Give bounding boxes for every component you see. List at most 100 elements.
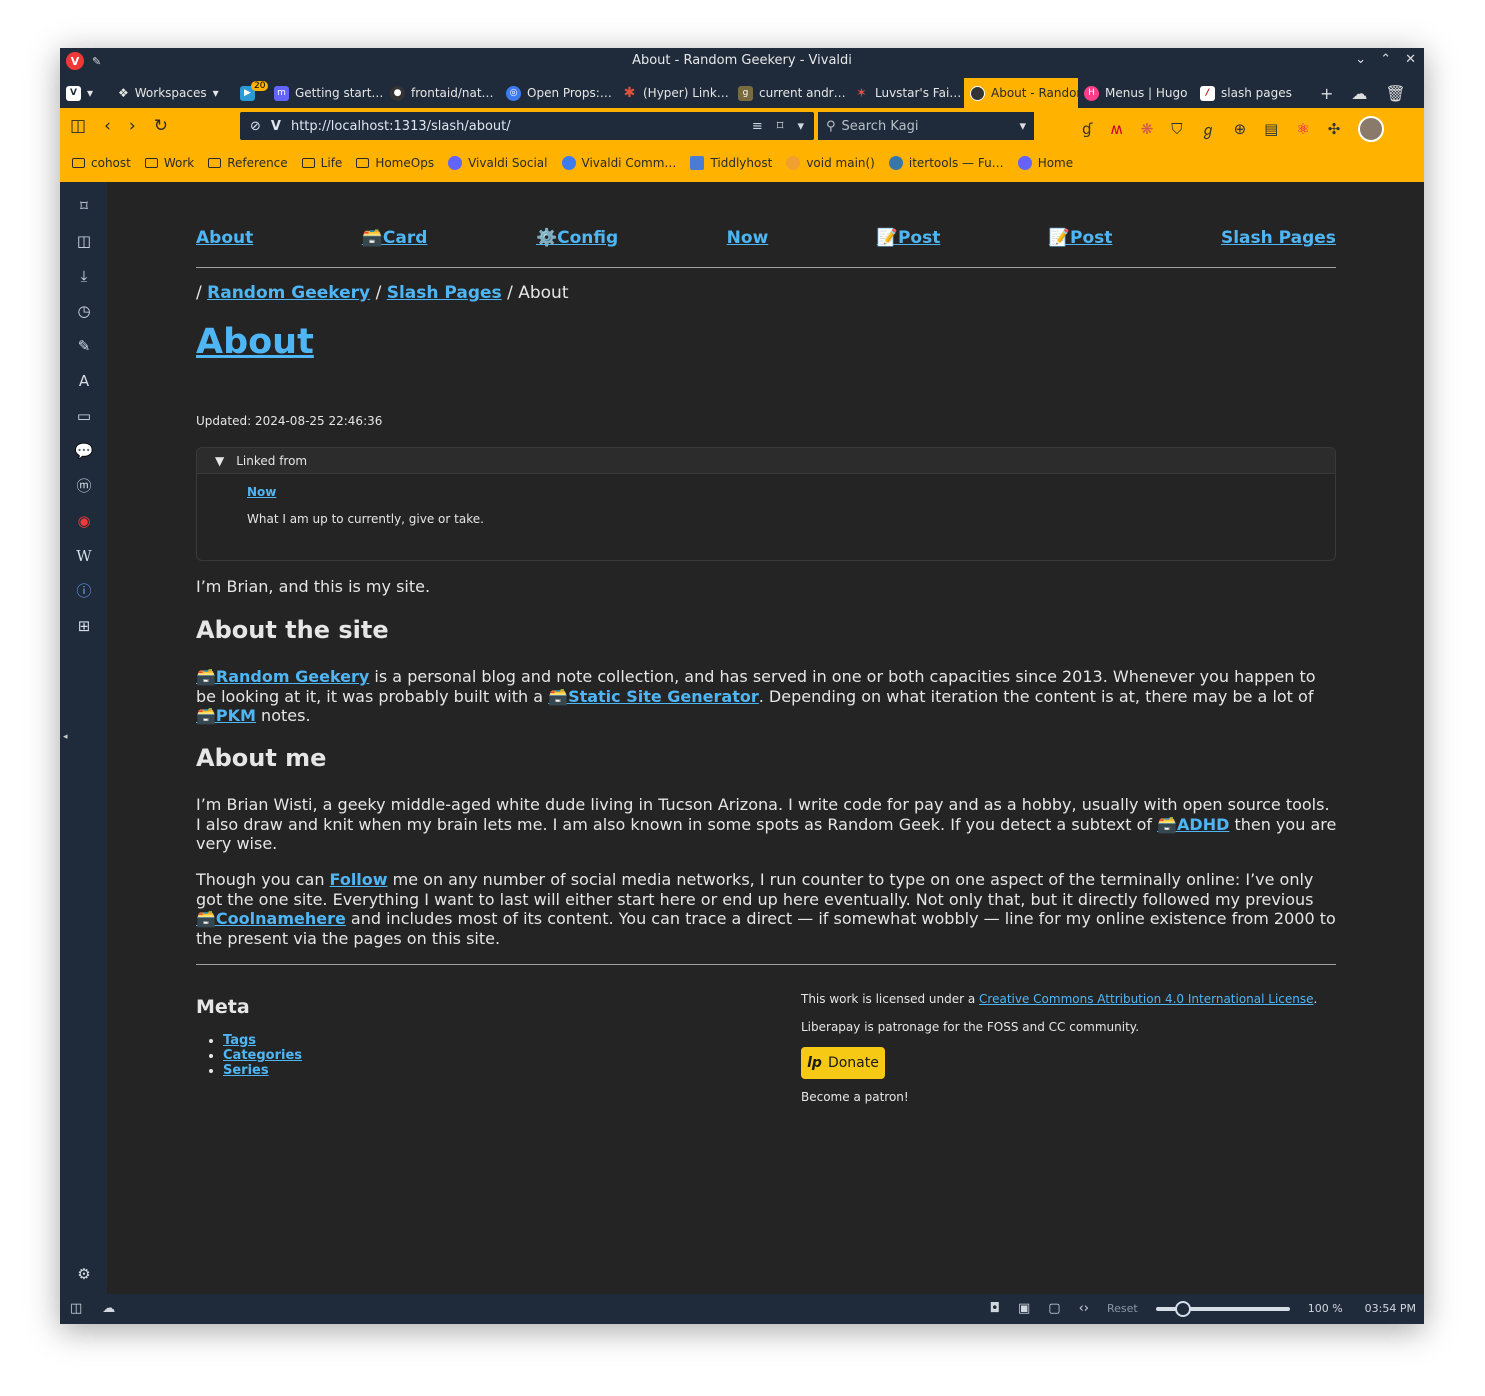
bookmark-tiddlyhost[interactable]: Tiddlyhost (690, 156, 772, 170)
link-follow[interactable]: Follow (330, 870, 388, 889)
collapse-handle-icon[interactable]: ◂ (63, 732, 68, 742)
bookmark-void-main[interactable]: void main() (786, 156, 875, 170)
tab-menus-hugo[interactable]: H Menus | Hugo (1078, 78, 1194, 108)
nav-post-2[interactable]: 📝Post (1049, 228, 1113, 248)
vivaldi-panel-icon[interactable]: ◉ (74, 511, 94, 531)
link-adhd[interactable]: 🗃️ADHD (1157, 815, 1229, 834)
nav-about[interactable]: About (196, 228, 253, 248)
meta-link-categories[interactable]: Categories (223, 1048, 302, 1063)
close-icon[interactable]: ✕ (1405, 52, 1416, 67)
camera-icon[interactable]: ◘ (990, 1301, 1000, 1316)
privacy-extension-icon[interactable]: ⊕ (1234, 120, 1247, 138)
tab-about-active[interactable]: About - Random (964, 78, 1078, 108)
bookmark-folder-life[interactable]: Life (301, 156, 342, 170)
tab-stack[interactable]: ▶ 20 (234, 78, 268, 108)
chevron-down-icon[interactable]: ▾ (1019, 119, 1034, 134)
workspaces-button[interactable]: ❖ Workspaces ▾ (112, 78, 234, 108)
panel-toggle-icon[interactable]: ◫ (70, 116, 86, 136)
info-panel-icon[interactable]: ⓘ (74, 581, 94, 601)
zoom-slider[interactable] (1155, 1300, 1290, 1317)
back-icon[interactable]: ‹ (104, 116, 111, 136)
tab-frontaid[interactable]: ● frontaid/nat… (384, 78, 500, 108)
tab-hyper-link[interactable]: ✱ (Hyper) Link… (616, 78, 732, 108)
image-icon[interactable]: ▣ (1018, 1301, 1030, 1316)
bookmark-folder-work[interactable]: Work (144, 156, 194, 170)
cloud-sync-icon[interactable]: ☁ (1351, 84, 1367, 103)
link-coolnamehere[interactable]: 🗃️Coolnamehere (196, 909, 346, 928)
no-tracking-icon[interactable]: ⊘ (250, 119, 261, 134)
tab-getting-started[interactable]: m Getting start… (268, 78, 384, 108)
meta-link-series[interactable]: Series (223, 1063, 269, 1078)
window-panel-icon[interactable]: ▭ (74, 406, 94, 426)
link-static-site-generator[interactable]: 🗃️Static Site Generator (548, 687, 759, 706)
maximize-icon[interactable]: ⌃ (1380, 52, 1391, 67)
bookmarks-panel-icon[interactable]: ⌑ (74, 196, 94, 216)
bookmark-itertools[interactable]: itertools — Fu… (888, 156, 1004, 170)
reader-view-icon[interactable]: ≡ (752, 119, 763, 134)
bookmark-icon[interactable]: ⌑ (777, 119, 784, 134)
zoom-slider-knob[interactable] (1174, 1300, 1191, 1317)
settings-gear-icon[interactable]: ⚙ (74, 1264, 94, 1284)
puzzle-extensions-icon[interactable]: ✣ (1328, 120, 1341, 138)
chat-icon[interactable]: 💬 (74, 441, 94, 461)
reload-icon[interactable]: ↻ (154, 116, 168, 136)
forward-icon[interactable]: › (129, 116, 136, 136)
trash-icon[interactable]: 🗑 (1385, 84, 1405, 103)
translate-icon[interactable]: A (74, 371, 94, 391)
bookmark-vivaldi-social[interactable]: Vivaldi Social (448, 156, 548, 170)
add-panel-icon[interactable]: ⊞ (74, 616, 94, 636)
notes-icon[interactable]: ✎ (74, 336, 94, 356)
tab-luvstar[interactable]: ✶ Luvstar's Fai… (848, 78, 964, 108)
gnome-extension-icon[interactable]: ɠ (1082, 120, 1092, 138)
page-title[interactable]: About (196, 322, 314, 362)
react-extension-icon[interactable]: ⚛ (1296, 120, 1309, 138)
nav-post[interactable]: 📝Post (877, 228, 941, 248)
url-text[interactable]: http://localhost:1313/slash/about/ (291, 119, 511, 134)
profile-avatar[interactable] (1358, 116, 1385, 142)
shopping-extension-icon[interactable]: ⛉ (1171, 120, 1182, 138)
meta-link-tags[interactable]: Tags (223, 1033, 256, 1048)
breadcrumb-home[interactable]: Random Geekery (207, 283, 370, 303)
bookmark-vivaldi-community[interactable]: Vivaldi Comm… (561, 156, 676, 170)
notes-extension-icon[interactable]: ▤ (1264, 120, 1278, 138)
license-link[interactable]: Creative Commons Attribution 4.0 Interna… (979, 992, 1313, 1006)
panel-toggle-icon[interactable]: ◫ (70, 1301, 82, 1316)
url-field[interactable]: ⊘ V http://localhost:1313/slash/about/ ≡… (240, 112, 814, 140)
new-tab-icon[interactable]: + (1320, 84, 1333, 103)
donate-button[interactable]: lp Donate (801, 1047, 885, 1079)
nav-slash-pages[interactable]: Slash Pages (1221, 228, 1336, 248)
tile-icon[interactable]: ▢ (1048, 1301, 1060, 1316)
bookmark-home[interactable]: Home (1017, 156, 1073, 170)
bookmark-folder-homeops[interactable]: HomeOps (356, 156, 434, 170)
nav-now[interactable]: Now (727, 228, 769, 248)
tab-current-android[interactable]: g current andr… (732, 78, 848, 108)
zoom-reset-button[interactable]: Reset (1107, 1302, 1138, 1315)
nav-card[interactable]: 🗃️Card (362, 228, 428, 248)
cloud-sync-icon[interactable]: ☁ (102, 1301, 115, 1316)
nav-config[interactable]: ⚙️Config (536, 228, 618, 248)
downloads-icon[interactable]: ⤓ (74, 266, 94, 286)
tab-slash-pages[interactable]: / slash pages (1194, 78, 1310, 108)
chevron-down-icon[interactable]: ▾ (797, 119, 804, 134)
mastodon-panel-icon[interactable]: ⓜ (74, 476, 94, 496)
lastfm-extension-icon[interactable]: ʍ (1110, 120, 1122, 138)
reading-list-icon[interactable]: ◫ (74, 231, 94, 251)
minimize-icon[interactable]: ⌄ (1355, 52, 1366, 67)
kagi-icon: g (738, 85, 753, 101)
bookmark-folder-reference[interactable]: Reference (208, 156, 288, 170)
meta-list: Tags Categories Series (223, 1033, 302, 1078)
link-random-geekery[interactable]: 🗃️Random Geekery (196, 667, 369, 686)
history-icon[interactable]: ◷ (74, 301, 94, 321)
gift-extension-icon[interactable]: ❋ (1141, 120, 1154, 138)
kagi-extension-icon[interactable]: ℊ (1201, 119, 1216, 140)
link-pkm[interactable]: 🗃️PKM (196, 706, 256, 725)
linked-from-summary[interactable]: ▼ Linked from (197, 448, 1335, 474)
wikipedia-panel-icon[interactable]: W (74, 546, 94, 566)
tab-open-props[interactable]: ◎ Open Props:… (500, 78, 616, 108)
breadcrumb-section[interactable]: Slash Pages (387, 283, 502, 303)
vivaldi-menu-button[interactable]: V ▾ (60, 78, 112, 108)
linked-from-link[interactable]: Now (247, 485, 276, 499)
search-field[interactable]: ⚲ Search Kagi ▾ (818, 112, 1034, 140)
bookmark-folder-cohost[interactable]: cohost (72, 156, 131, 170)
code-icon[interactable]: ‹› (1079, 1301, 1089, 1316)
